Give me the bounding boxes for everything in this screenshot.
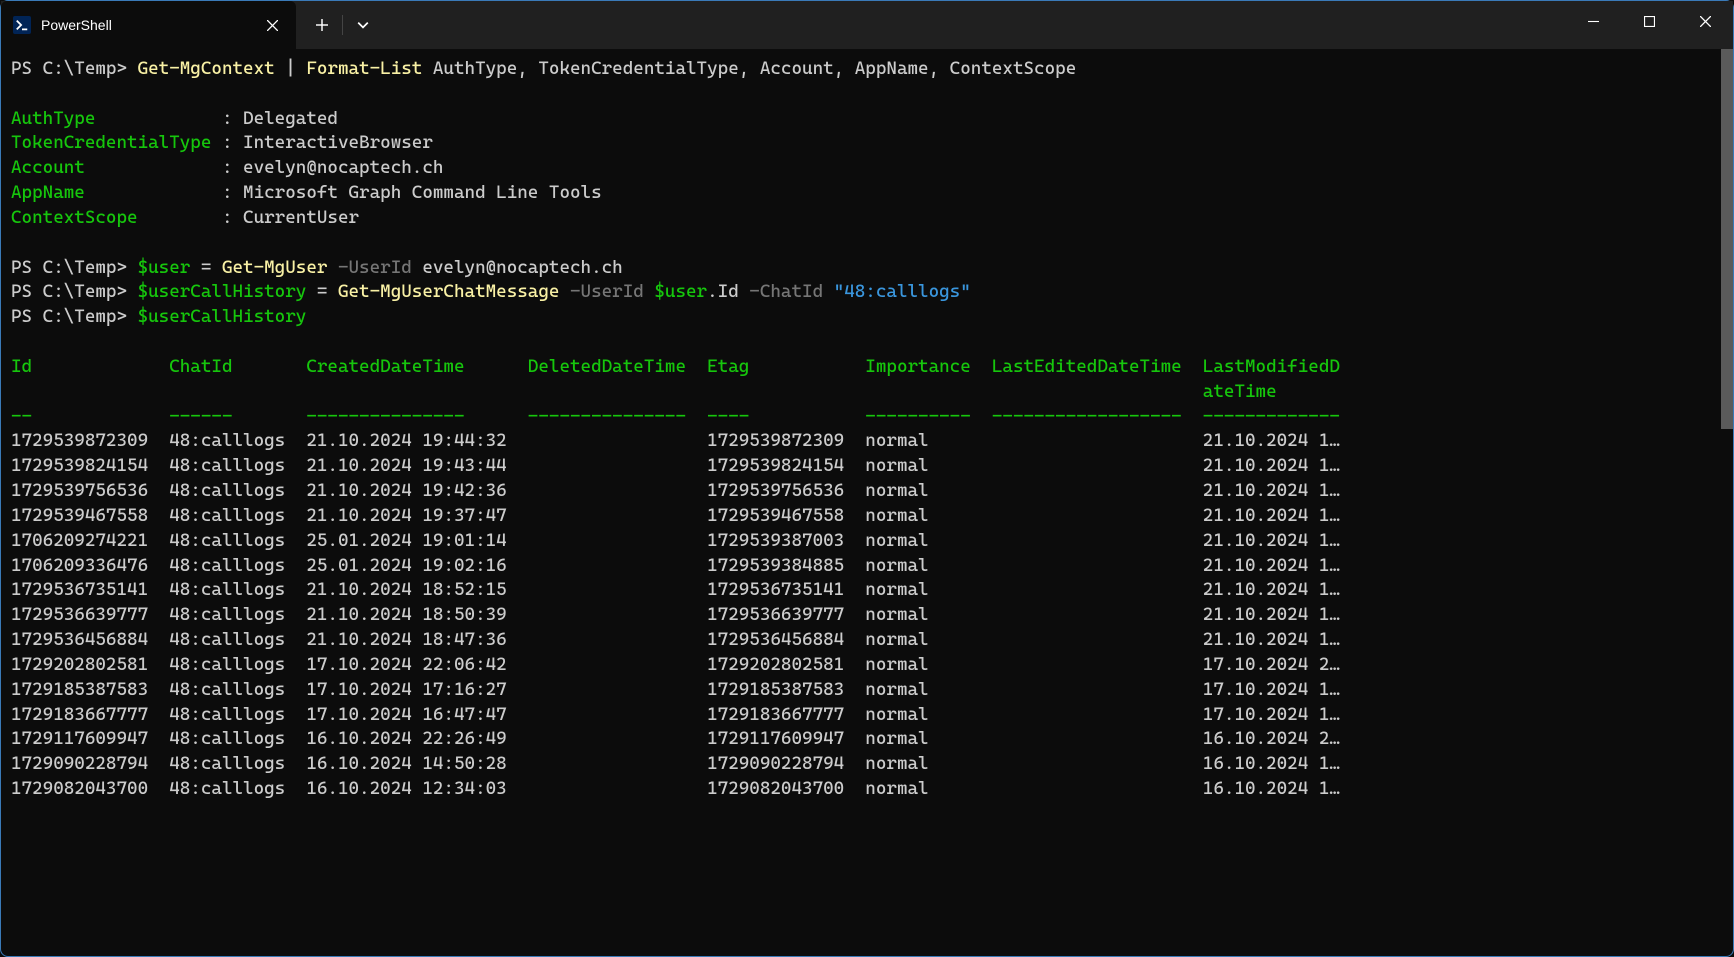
table-row: 1729117609947 48:calllogs 16.10.2024 22:… (11, 727, 1723, 752)
window-controls (1565, 1, 1733, 41)
table-row: 1729082043700 48:calllogs 16.10.2024 12:… (11, 777, 1723, 802)
table-row: 1729183667777 48:calllogs 17.10.2024 16:… (11, 703, 1723, 728)
table-row: 1729539824154 48:calllogs 21.10.2024 19:… (11, 454, 1723, 479)
table-row: 1729185387583 48:calllogs 17.10.2024 17:… (11, 678, 1723, 703)
tab-title: PowerShell (41, 17, 252, 33)
close-window-button[interactable] (1677, 1, 1733, 41)
terminal-tab[interactable]: PowerShell (1, 1, 296, 49)
table-row: 1729539872309 48:calllogs 21.10.2024 19:… (11, 429, 1723, 454)
table-row: 1729536639777 48:calllogs 21.10.2024 18:… (11, 603, 1723, 628)
terminal-output[interactable]: PS C:\Temp> Get-MgContext | Format-List … (1, 49, 1733, 956)
minimize-button[interactable] (1565, 1, 1621, 41)
table-row: 1729536456884 48:calllogs 21.10.2024 18:… (11, 628, 1723, 653)
table-row: 1729202802581 48:calllogs 17.10.2024 22:… (11, 653, 1723, 678)
powershell-icon (13, 16, 31, 34)
table-row: 1706209336476 48:calllogs 25.01.2024 19:… (11, 554, 1723, 579)
tab-dropdown-button[interactable] (345, 1, 381, 49)
table-row: 1729536735141 48:calllogs 21.10.2024 18:… (11, 578, 1723, 603)
titlebar: PowerShell (1, 1, 1733, 49)
tab-controls (296, 1, 389, 49)
table-row: 1729090228794 48:calllogs 16.10.2024 14:… (11, 752, 1723, 777)
table-row: 1729539756536 48:calllogs 21.10.2024 19:… (11, 479, 1723, 504)
maximize-button[interactable] (1621, 1, 1677, 41)
table-row: 1729539467558 48:calllogs 21.10.2024 19:… (11, 504, 1723, 529)
table-row: 1706209274221 48:calllogs 25.01.2024 19:… (11, 529, 1723, 554)
new-tab-button[interactable] (304, 1, 340, 49)
tab-divider (342, 15, 343, 35)
tab-close-button[interactable] (262, 15, 282, 35)
